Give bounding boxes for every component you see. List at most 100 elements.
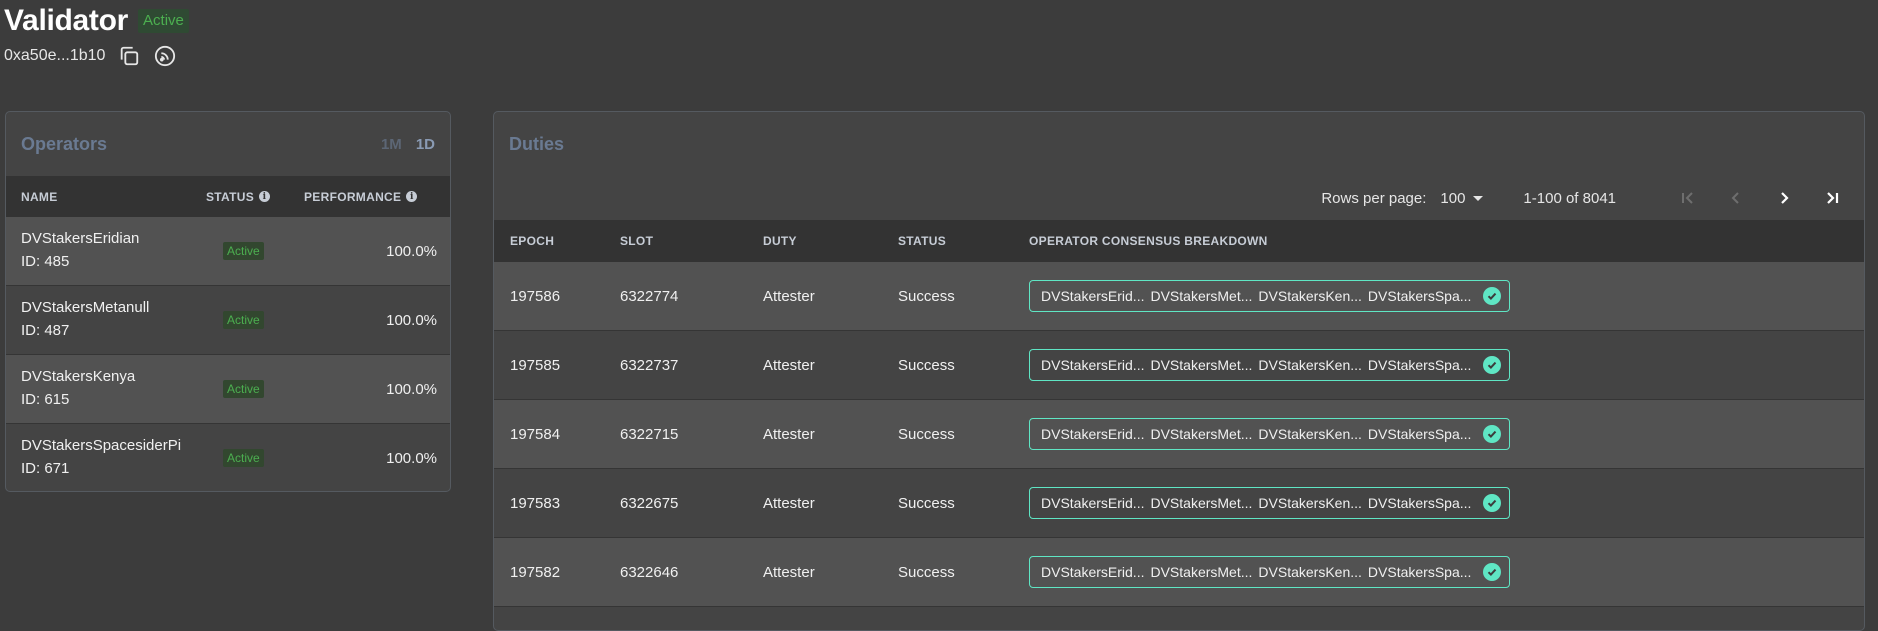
- explorer-link-icon[interactable]: [153, 44, 177, 68]
- copy-icon[interactable]: [117, 44, 141, 68]
- operator-row[interactable]: DVStakersMetanull ID: 487 Active 100.0%: [6, 286, 450, 355]
- duty-epoch: 197584: [510, 425, 561, 443]
- operator-name: DVStakersSpacesiderPi: [21, 437, 182, 454]
- duty-row: 197582 6322646 Attester Success DVStaker…: [494, 538, 1864, 607]
- consensus-breakdown[interactable]: DVStakersErid... DVStakersMet... DVStake…: [1029, 280, 1511, 312]
- consensus-breakdown[interactable]: DVStakersErid... DVStakersMet... DVStake…: [1029, 556, 1511, 588]
- duty-epoch: 197583: [510, 494, 561, 512]
- duty-slot: 6322646: [620, 563, 679, 581]
- rows-per-page-select[interactable]: 100: [1440, 190, 1484, 207]
- duty-status: Success: [898, 287, 955, 305]
- col-status: STATUS: [898, 234, 947, 248]
- duty-status: Success: [898, 494, 955, 512]
- operator-row[interactable]: DVStakersEridian ID: 485 Active 100.0%: [6, 217, 450, 286]
- status-badge: Active: [138, 9, 189, 33]
- check-circle-icon: [1483, 356, 1502, 374]
- duty-slot: 6322675: [620, 494, 679, 512]
- col-performance-label: PERFORMANCE: [304, 189, 402, 204]
- last-page-icon[interactable]: [1820, 186, 1844, 210]
- operator-performance: 100.0%: [386, 242, 437, 260]
- operator-chip: DVStakersErid...: [1041, 426, 1145, 442]
- pagination-range: 1-100 of 8041: [1523, 189, 1616, 207]
- duty-type: Attester: [763, 425, 815, 443]
- col-operator-consensus: OPERATOR CONSENSUS BREAKDOWN: [1029, 234, 1268, 248]
- pagination-bar: Rows per page: 100 1-100 of 8041: [494, 176, 1864, 220]
- range-toggle: 1M 1D: [381, 136, 435, 153]
- operator-chip: DVStakersSpa...: [1367, 357, 1472, 373]
- operators-table-header: NAME STATUS i PERFORMANCE i: [6, 176, 450, 217]
- first-page-icon[interactable]: [1676, 186, 1700, 210]
- validator-address: 0xa50e...1b10: [4, 47, 106, 64]
- operator-row[interactable]: DVStakersKenya ID: 615 Active 100.0%: [6, 355, 450, 424]
- status-badge: Active: [223, 380, 264, 398]
- operator-chip: DVStakersKen...: [1258, 357, 1362, 373]
- operator-performance: 100.0%: [386, 449, 437, 467]
- duty-status: Success: [898, 425, 955, 443]
- range-1d-button[interactable]: 1D: [416, 136, 435, 153]
- operator-performance: 100.0%: [386, 311, 437, 329]
- duties-table-header: EPOCH SLOT DUTY STATUS OPERATOR CONSENSU…: [494, 220, 1864, 262]
- operator-chip: DVStakersMet...: [1150, 495, 1253, 511]
- operator-chip: DVStakersMet...: [1150, 288, 1253, 304]
- operator-performance: 100.0%: [386, 380, 437, 398]
- col-status: STATUS i: [206, 190, 304, 204]
- chevron-down-icon: [1473, 195, 1484, 201]
- col-status-label: STATUS: [206, 189, 255, 204]
- operator-chip: DVStakersKen...: [1258, 495, 1362, 511]
- info-icon[interactable]: i: [406, 191, 418, 202]
- status-badge: Active: [223, 449, 264, 467]
- consensus-breakdown[interactable]: DVStakersErid... DVStakersMet... DVStake…: [1029, 349, 1511, 381]
- col-duty: DUTY: [763, 234, 797, 248]
- operator-chip: DVStakersSpa...: [1367, 426, 1472, 442]
- next-page-icon[interactable]: [1772, 186, 1796, 210]
- duty-epoch: 197585: [510, 356, 561, 374]
- range-1m-button[interactable]: 1M: [381, 136, 402, 153]
- duties-panel: Duties Rows per page: 100 1-100 of 8041 …: [493, 111, 1865, 631]
- status-badge: Active: [223, 311, 264, 329]
- operator-id: ID: 485: [21, 253, 70, 270]
- operator-chip: DVStakersKen...: [1258, 426, 1362, 442]
- operator-name: DVStakersEridian: [21, 230, 140, 247]
- operator-id: ID: 487: [21, 322, 70, 339]
- check-circle-icon: [1483, 563, 1502, 581]
- operator-chip: DVStakersMet...: [1150, 426, 1253, 442]
- operator-id: ID: 671: [21, 460, 70, 477]
- duty-row: 197585 6322737 Attester Success DVStaker…: [494, 331, 1864, 400]
- operator-row[interactable]: DVStakersSpacesiderPi ID: 671 Active 100…: [6, 424, 450, 491]
- duty-row: 197584 6322715 Attester Success DVStaker…: [494, 400, 1864, 469]
- duty-epoch: 197586: [510, 287, 561, 305]
- duty-row: 197583 6322675 Attester Success DVStaker…: [494, 469, 1864, 538]
- duty-status: Success: [898, 356, 955, 374]
- operator-chip: DVStakersMet...: [1150, 357, 1253, 373]
- duty-type: Attester: [763, 287, 815, 305]
- operator-chip: DVStakersErid...: [1041, 357, 1145, 373]
- duty-slot: 6322715: [620, 425, 679, 443]
- info-icon[interactable]: i: [259, 191, 271, 202]
- duty-slot: 6322737: [620, 356, 679, 374]
- operator-chip: DVStakersErid...: [1041, 495, 1145, 511]
- operator-name: DVStakersKenya: [21, 368, 136, 385]
- operator-chip: DVStakersSpa...: [1367, 564, 1472, 580]
- consensus-breakdown[interactable]: DVStakersErid... DVStakersMet... DVStake…: [1029, 487, 1511, 519]
- operator-chip: DVStakersKen...: [1258, 564, 1362, 580]
- operators-panel: Operators 1M 1D NAME STATUS i PERFORMANC…: [5, 111, 451, 492]
- validator-header: Validator Active 0xa50e...1b10: [4, 4, 189, 68]
- operator-name: DVStakersMetanull: [21, 299, 150, 316]
- duty-slot: 6322774: [620, 287, 679, 305]
- operators-title: Operators: [21, 133, 108, 154]
- col-epoch: EPOCH: [510, 234, 555, 248]
- duties-title: Duties: [509, 133, 565, 154]
- duty-epoch: 197582: [510, 563, 561, 581]
- col-performance: PERFORMANCE i: [304, 190, 434, 204]
- consensus-breakdown[interactable]: DVStakersErid... DVStakersMet... DVStake…: [1029, 418, 1511, 450]
- page-title: Validator: [4, 4, 129, 37]
- prev-page-icon[interactable]: [1724, 186, 1748, 210]
- check-circle-icon: [1483, 494, 1502, 512]
- operator-chip: DVStakersMet...: [1150, 564, 1253, 580]
- operator-chip: DVStakersErid...: [1041, 288, 1145, 304]
- operator-chip: DVStakersKen...: [1258, 288, 1362, 304]
- operator-chip: DVStakersErid...: [1041, 564, 1145, 580]
- operator-chip: DVStakersSpa...: [1367, 495, 1472, 511]
- duty-row: 197586 6322774 Attester Success DVStaker…: [494, 262, 1864, 331]
- col-slot: SLOT: [620, 234, 654, 248]
